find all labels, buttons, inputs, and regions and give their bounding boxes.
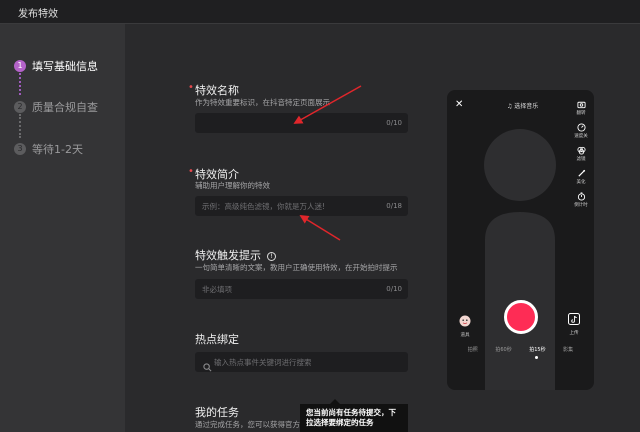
effect-intro-input[interactable]: 示例：高级纯色滤镜，你就是万人迷! 0/18 bbox=[195, 196, 408, 216]
my-task-help: 通过完成任务，您可以获得官方… bbox=[195, 420, 300, 429]
trigger-hint-help: 一句简单清晰的文案，教用户正确使用特效，在开始拍时提示 bbox=[195, 263, 398, 272]
effect-name-input[interactable]: 0/10 bbox=[195, 113, 408, 133]
char-counter: 0/10 bbox=[386, 119, 402, 127]
info-icon[interactable]: ! bbox=[267, 252, 276, 261]
effect-name-help: 作为特效重要标识，在抖音特定页面展示 bbox=[195, 98, 330, 107]
hotspot-search-input[interactable]: 输入热点事件关键词进行搜索 bbox=[195, 352, 408, 372]
speed-icon bbox=[576, 123, 586, 132]
countdown-tool[interactable]: 倒计时 bbox=[573, 192, 589, 208]
props-face-icon bbox=[459, 315, 471, 327]
flip-icon bbox=[576, 101, 586, 109]
record-button[interactable] bbox=[504, 300, 538, 334]
step-number: 1 bbox=[14, 60, 26, 72]
camera-tools: 翻转 速度关 滤镜 美化 倒计时 bbox=[573, 100, 589, 215]
person-silhouette bbox=[484, 129, 556, 390]
close-icon[interactable]: ✕ bbox=[455, 99, 463, 110]
char-counter: 0/10 bbox=[386, 285, 402, 293]
filter-icon bbox=[576, 146, 586, 155]
step-label: 填写基础信息 bbox=[32, 60, 98, 73]
step-quality-check[interactable]: 2 质量合规自查 bbox=[14, 99, 98, 115]
upload-button[interactable]: 上传 bbox=[568, 310, 580, 336]
flip-camera-tool[interactable]: 翻转 bbox=[573, 100, 589, 116]
window-title: 发布特效 bbox=[18, 9, 58, 20]
title-bar: 发布特效 bbox=[0, 0, 640, 24]
upload-icon bbox=[568, 313, 580, 325]
char-counter: 0/18 bbox=[386, 202, 402, 210]
step-fill-basic-info[interactable]: 1 填写基础信息 bbox=[14, 58, 98, 74]
required-mark: • bbox=[188, 166, 194, 177]
hotspot-title: 热点绑定 bbox=[195, 333, 239, 346]
input-placeholder: 输入热点事件关键词进行搜索 bbox=[214, 358, 312, 367]
beautify-tool[interactable]: 美化 bbox=[573, 169, 589, 185]
step-label: 质量合规自查 bbox=[32, 101, 98, 114]
capture-modes: 拍照 拍60秒 拍15秒 影集 bbox=[447, 346, 594, 353]
my-task-title: 我的任务 bbox=[195, 406, 239, 419]
filter-tool[interactable]: 滤镜 bbox=[573, 146, 589, 162]
annotation-arrow bbox=[299, 215, 341, 241]
mode-60s[interactable]: 拍60秒 bbox=[495, 346, 511, 353]
effect-name-title: • 特效名称 bbox=[188, 82, 239, 97]
active-mode-dot bbox=[535, 356, 538, 359]
props-button[interactable]: 道具 bbox=[459, 312, 471, 338]
phone-preview: ✕ ♫ 选择音乐 翻转 速度关 滤镜 美化 倒计时 道具 上传 拍照 拍60秒 … bbox=[447, 90, 594, 390]
mode-photo[interactable]: 拍照 bbox=[468, 346, 478, 353]
mode-album[interactable]: 影集 bbox=[563, 346, 573, 353]
trigger-hint-input[interactable]: 非必填项 0/10 bbox=[195, 279, 408, 299]
step-connector bbox=[19, 114, 21, 138]
search-icon bbox=[203, 357, 212, 376]
step-connector bbox=[19, 73, 21, 95]
input-placeholder: 示例：高级纯色滤镜，你就是万人迷! bbox=[202, 202, 326, 211]
task-tooltip: 您当前尚有任务待提交，下拉选择要绑定的任务 bbox=[300, 399, 408, 432]
trigger-hint-title: 特效触发提示! bbox=[195, 247, 276, 263]
input-placeholder: 非必填项 bbox=[202, 285, 232, 294]
select-music[interactable]: ♫ 选择音乐 bbox=[507, 101, 538, 110]
step-number: 3 bbox=[14, 143, 26, 155]
speed-tool[interactable]: 速度关 bbox=[573, 123, 589, 139]
step-number: 2 bbox=[14, 101, 26, 113]
main-panel: • 特效名称 作为特效重要标识，在抖音特定页面展示 0/10 • 特效简介 辅助用户… bbox=[125, 24, 640, 432]
step-sidebar: 1 填写基础信息 2 质量合规自查 3 等待1-2天 bbox=[0, 24, 125, 432]
step-wait[interactable]: 3 等待1-2天 bbox=[14, 141, 83, 157]
beautify-icon bbox=[577, 169, 585, 177]
mode-15s[interactable]: 拍15秒 bbox=[529, 346, 545, 353]
step-label: 等待1-2天 bbox=[32, 143, 83, 156]
effect-intro-help: 辅助用户理解你的特效 bbox=[195, 181, 270, 190]
countdown-icon bbox=[577, 192, 585, 201]
required-mark: • bbox=[188, 82, 194, 93]
